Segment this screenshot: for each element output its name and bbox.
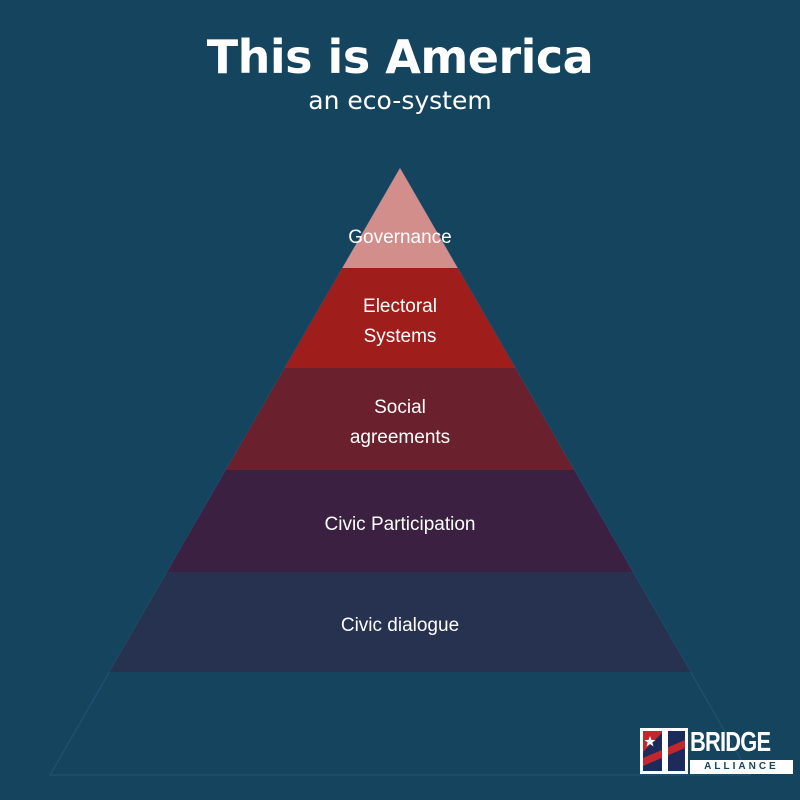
pyramid-tier-1-label-line-1: Governance	[348, 227, 452, 248]
pyramid-tier-5-label-line-1: Civic dialogue	[341, 615, 459, 636]
pyramid-tier-2	[284, 268, 516, 368]
pyramid-diagram: Governance Electoral Systems Social agreemen…	[49, 166, 751, 776]
logo-subtitle: ALLIANCE	[690, 760, 793, 774]
logo-wordmark: BRIDGE	[690, 726, 771, 757]
pyramid-tier-1	[342, 168, 458, 268]
pyramid-tier-3-label-line-1: Social	[374, 397, 426, 418]
pyramid-tier-3	[225, 368, 575, 470]
bridge-alliance-logo: BRIDGE ALLIANCE	[640, 726, 793, 774]
pyramid-tier-2-label-line-1: Electoral	[363, 296, 437, 317]
pyramid-tier-3-label-line-2: agreements	[350, 427, 450, 448]
bridge-alliance-emblem-icon	[640, 728, 688, 774]
pyramid-tier-4-label-line-1: Civic Participation	[325, 514, 476, 535]
pyramid-tier-2-label-line-2: Systems	[364, 326, 437, 347]
